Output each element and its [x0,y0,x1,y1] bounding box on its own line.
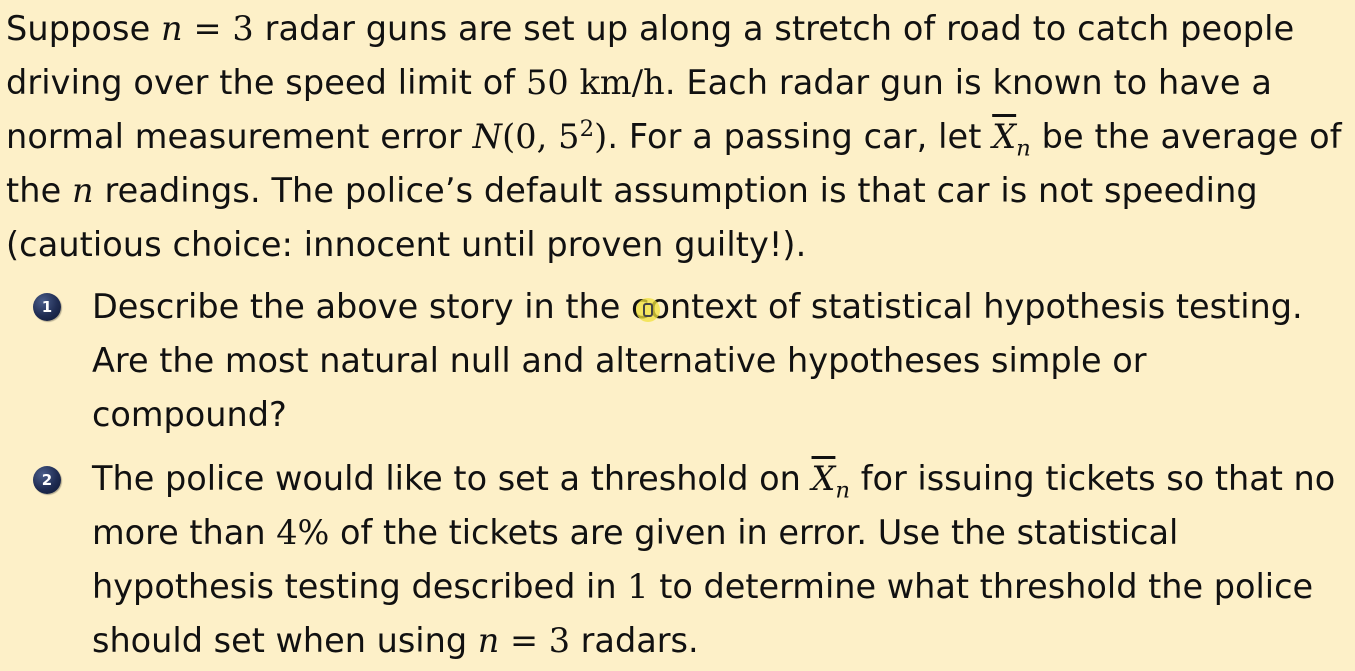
math-percent: 4% [276,513,330,552]
q2-text-1: The police would like to set a threshold… [92,459,812,498]
text-cursor-icon [636,298,660,322]
speed-limit: 50 km/h [525,63,665,102]
math-n-2: n [72,171,94,210]
question-2: The police would like to set a threshold… [92,452,1347,668]
math-xbar: X [992,117,1017,156]
intro-text-1: Suppose [6,9,162,48]
math-xbar: X [811,459,836,498]
intro-text-6: readings. The police’s default assumptio… [6,171,1258,264]
math-ref-1: 1 [627,567,649,606]
math-eq-3: = 3 [182,9,254,48]
math-xbar-sub: n [1016,135,1031,162]
math-normal-args: (0, 5 [502,117,580,156]
math-normal-close: ) [594,117,608,156]
slide: Suppose n = 3 radar guns are set up alon… [0,0,1355,671]
math-n: n [477,621,500,660]
math-exponent: 2 [579,115,595,142]
math-eq-3: = 3 [499,621,571,660]
enumerate-bullet-2: 2 [33,466,61,494]
problem-statement: Suppose n = 3 radar guns are set up alon… [6,2,1351,272]
math-xbar-sub: n [835,477,851,504]
question-1: Describe the above story in the context … [92,287,1303,434]
intro-text-4: . For a passing car, let [607,117,993,156]
enumerate-bullet-1: 1 [33,293,61,321]
q2-text-5: radars. [570,621,699,660]
math-n: n [161,9,183,48]
math-normal-N: N [472,117,503,156]
